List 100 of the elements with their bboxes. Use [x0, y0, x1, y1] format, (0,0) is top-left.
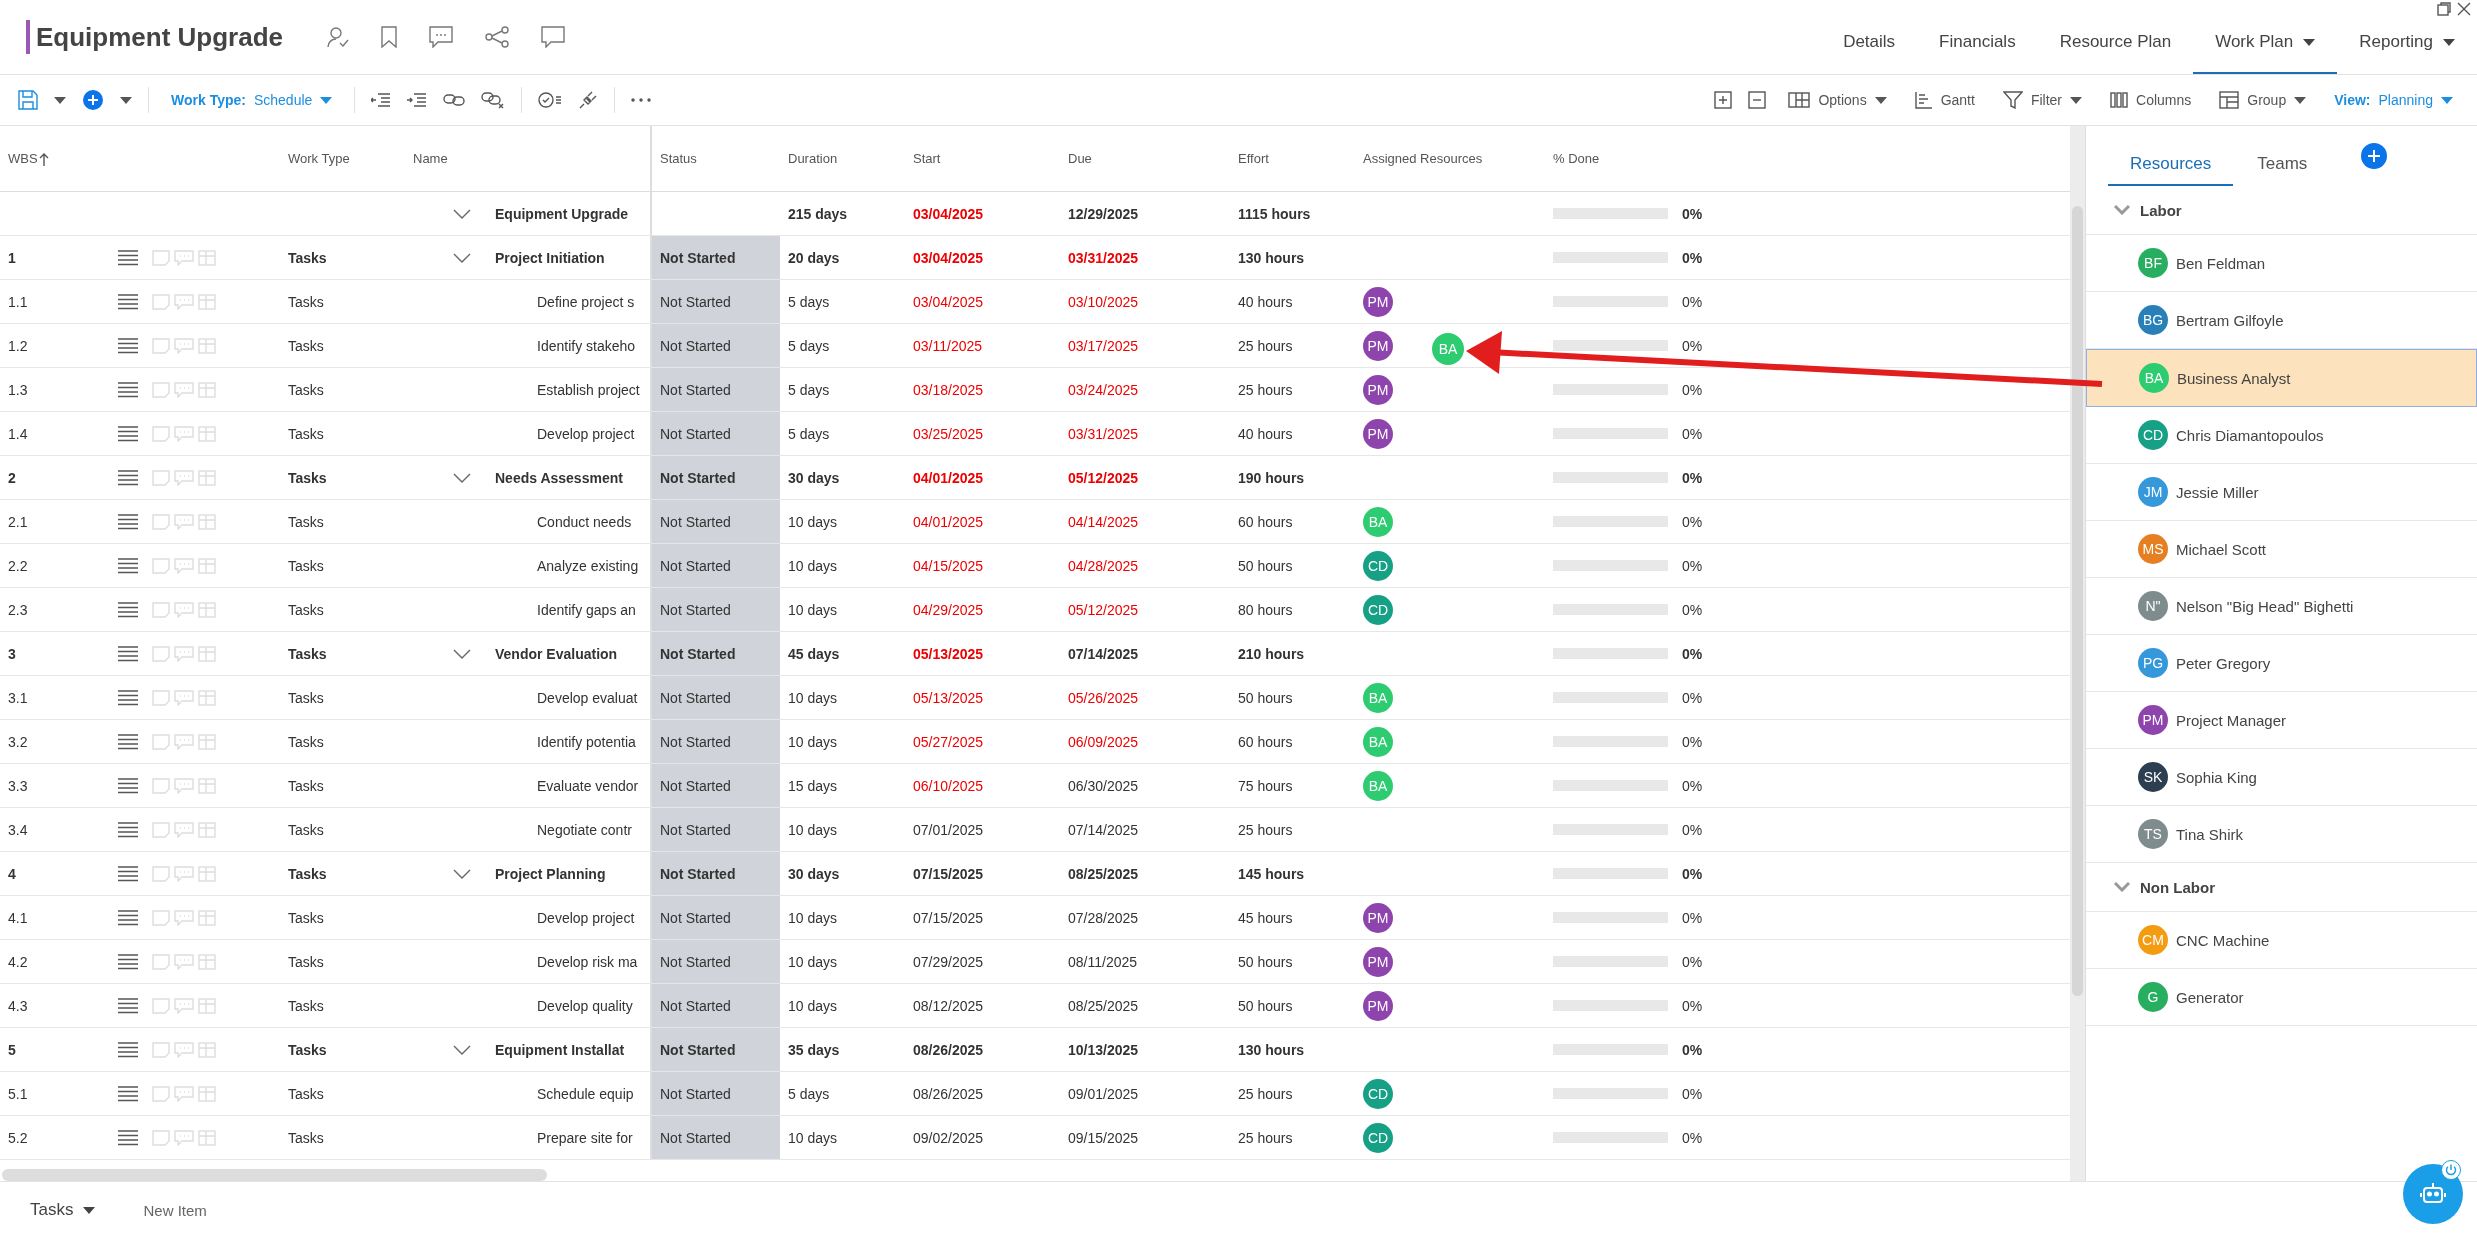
table-icon[interactable]: [198, 337, 216, 354]
table-icon[interactable]: [198, 1085, 216, 1102]
resource-item[interactable]: JM Jessie Miller: [2086, 464, 2477, 521]
menu-icon[interactable]: [118, 733, 138, 750]
person-check-icon[interactable]: [327, 26, 349, 48]
chevron-icon[interactable]: [2114, 205, 2130, 215]
menu-icon[interactable]: [118, 645, 138, 662]
table-icon[interactable]: [198, 601, 216, 618]
table-icon[interactable]: [198, 645, 216, 662]
note-icon[interactable]: [152, 1129, 170, 1146]
item-type-dropdown[interactable]: Tasks: [24, 1199, 102, 1221]
resource-item[interactable]: BA Business Analyst: [2086, 349, 2477, 407]
menu-icon[interactable]: [118, 601, 138, 618]
resource-item[interactable]: BF Ben Feldman: [2086, 235, 2477, 292]
view-dropdown[interactable]: View: Planning: [2328, 88, 2459, 112]
chevron-icon[interactable]: [453, 648, 471, 659]
column-header[interactable]: Status: [660, 151, 697, 166]
menu-icon[interactable]: [118, 381, 138, 398]
chevron-icon[interactable]: [453, 868, 471, 879]
menu-icon[interactable]: [118, 337, 138, 354]
toolbar-button[interactable]: Group: [2213, 87, 2313, 113]
column-header[interactable]: Work Type: [288, 151, 350, 166]
note-icon[interactable]: [152, 249, 170, 266]
note-icon[interactable]: [152, 821, 170, 838]
table-icon[interactable]: [198, 425, 216, 442]
nav-tab[interactable]: Reporting: [2337, 12, 2477, 74]
note-icon[interactable]: [152, 557, 170, 574]
column-header[interactable]: WBS: [8, 151, 38, 166]
note-icon[interactable]: [152, 733, 170, 750]
outdent-icon[interactable]: [371, 93, 392, 107]
note-icon[interactable]: [152, 689, 170, 706]
toolbar-button[interactable]: Gantt: [1908, 87, 1981, 113]
note-icon[interactable]: [152, 513, 170, 530]
expand-all-icon[interactable]: [1714, 91, 1733, 109]
menu-icon[interactable]: [118, 777, 138, 794]
note-icon[interactable]: [152, 469, 170, 486]
panel-tab[interactable]: Resources: [2108, 126, 2234, 186]
nav-tab[interactable]: Financials: [1917, 12, 2038, 74]
menu-icon[interactable]: [118, 997, 138, 1014]
vertical-scrollbar[interactable]: [2070, 126, 2085, 1181]
table-icon[interactable]: [198, 1129, 216, 1146]
note-icon[interactable]: [152, 645, 170, 662]
table-icon[interactable]: [198, 865, 216, 882]
menu-icon[interactable]: [118, 821, 138, 838]
resource-item[interactable]: TS Tina Shirk: [2086, 806, 2477, 863]
note-icon[interactable]: [152, 381, 170, 398]
note-icon[interactable]: [152, 953, 170, 970]
menu-icon[interactable]: [118, 249, 138, 266]
menu-icon[interactable]: [118, 425, 138, 442]
note-icon[interactable]: [152, 425, 170, 442]
table-icon[interactable]: [198, 909, 216, 926]
group-icon[interactable]: [2219, 91, 2240, 109]
menu-icon[interactable]: [118, 513, 138, 530]
chevron-icon[interactable]: [453, 252, 471, 263]
note-icon[interactable]: [152, 909, 170, 926]
new-item-button[interactable]: New Item: [137, 1200, 213, 1220]
plug-icon[interactable]: [578, 90, 599, 110]
table-icon[interactable]: [198, 293, 216, 310]
gantt-icon[interactable]: [1914, 91, 1933, 109]
close-icon[interactable]: [2457, 2, 2471, 16]
note-icon[interactable]: [152, 337, 170, 354]
table-icon[interactable]: [198, 557, 216, 574]
collapse-all-icon[interactable]: [1748, 91, 1767, 109]
table-icon[interactable]: [198, 733, 216, 750]
add-icon[interactable]: [82, 89, 104, 111]
menu-icon[interactable]: [118, 557, 138, 574]
note-icon[interactable]: [152, 997, 170, 1014]
column-header[interactable]: Duration: [788, 151, 838, 166]
filter-icon[interactable]: [2002, 91, 2023, 109]
note-icon[interactable]: [152, 293, 170, 310]
note-icon[interactable]: [152, 1085, 170, 1102]
resource-item[interactable]: SK Sophia King: [2086, 749, 2477, 806]
nav-tab[interactable]: Details: [1821, 12, 1918, 74]
column-header[interactable]: Assigned Resources: [1363, 151, 1483, 166]
menu-icon[interactable]: [118, 469, 138, 486]
restore-icon[interactable]: [2437, 2, 2451, 16]
chevron-icon[interactable]: [2114, 882, 2130, 892]
save-icon[interactable]: [18, 90, 38, 110]
resource-item[interactable]: PG Peter Gregory: [2086, 635, 2477, 692]
share-icon[interactable]: [485, 26, 509, 48]
columns-icon[interactable]: [2110, 92, 2128, 108]
table-icon[interactable]: [198, 249, 216, 266]
note-icon[interactable]: [152, 601, 170, 618]
menu-icon[interactable]: [118, 1129, 138, 1146]
table-icon[interactable]: [198, 1041, 216, 1058]
link-icon[interactable]: [443, 92, 466, 108]
comment-icon[interactable]: [429, 26, 453, 48]
column-header[interactable]: Due: [1068, 151, 1092, 166]
columns-layout-icon[interactable]: [1788, 92, 1811, 108]
resource-item[interactable]: MS Michael Scott: [2086, 521, 2477, 578]
menu-icon[interactable]: [118, 953, 138, 970]
menu-icon[interactable]: [118, 689, 138, 706]
chat-icon[interactable]: [541, 26, 565, 48]
indent-icon[interactable]: [407, 93, 428, 107]
chevron-icon[interactable]: [453, 472, 471, 483]
panel-tab[interactable]: Teams: [2235, 126, 2330, 186]
table-icon[interactable]: [198, 777, 216, 794]
nav-tab[interactable]: Work Plan: [2193, 12, 2338, 74]
resource-item[interactable]: PM Project Manager: [2086, 692, 2477, 749]
horizontal-scrollbar[interactable]: [2, 1169, 547, 1181]
